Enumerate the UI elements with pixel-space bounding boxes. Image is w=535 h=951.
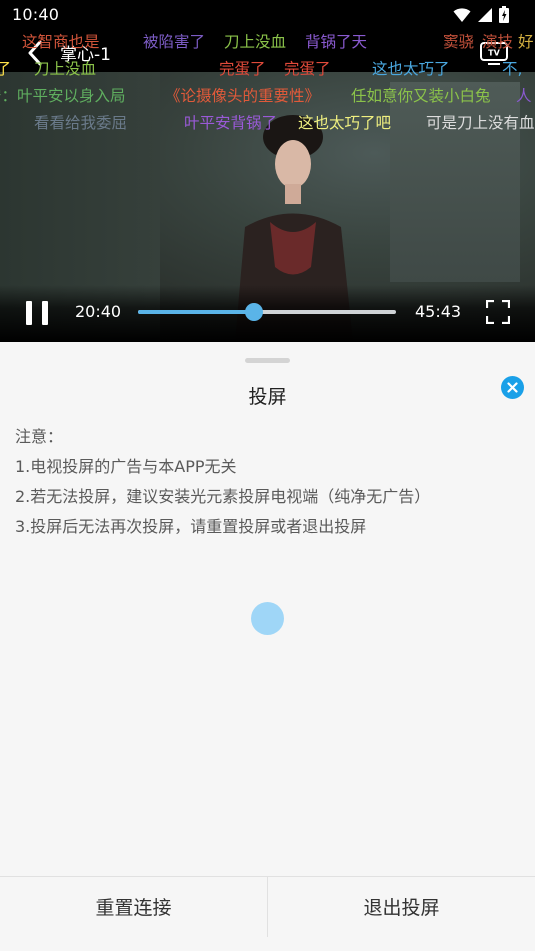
total-time: 45:43 [415,302,462,321]
pause-button[interactable] [26,301,48,325]
danmaku-comment: 好 [518,33,534,51]
video-controls: 20:40 45:43 [0,285,535,342]
fullscreen-icon [485,299,511,325]
wifi-icon [453,7,471,27]
close-icon [507,382,518,393]
status-time: 10:40 [12,5,60,24]
danmaku-row: 安：叶平安以身入局 《论摄像头的重要性》 任如意你又装小白兔 人 [0,84,535,106]
close-button[interactable] [501,376,524,399]
cast-notes: 注意： 1.电视投屏的广告与本APP无关 2.若无法投屏，建议安装光元素投屏电视… [15,422,525,542]
current-time: 20:40 [75,302,122,321]
danmaku-comment: 这智商也是 [22,33,100,51]
progress-thumb[interactable] [245,303,264,321]
note-line: 3.投屏后无法再次投屏，请重置投屏或者退出投屏 [15,517,367,536]
danmaku-comment: 刀上没血 [34,60,97,78]
danmaku-comment: 刀上没血 [224,33,287,51]
danmaku-comment: 这也太巧了 [372,60,450,78]
signal-icon [477,7,493,27]
danmaku-comment: 人 [516,87,532,105]
danmaku-comment: 看看给我委屈 [34,114,128,132]
battery-icon [499,6,509,27]
exit-cast-button[interactable]: 退出投屏 [268,877,535,936]
danmaku-comment: 任如意你又装小白兔 [351,87,491,105]
danmaku-comment: 《论摄像头的重要性》 [165,87,321,105]
note-line: 1.电视投屏的广告与本APP无关 [15,457,237,476]
danmaku-comment: 叶平安背锅了 [184,114,278,132]
danmaku-comment: 不, [502,60,523,78]
danmaku-comment: 窦骁 [443,33,475,51]
progress-bar[interactable] [138,303,396,321]
status-bar: 10:40 [0,0,535,30]
progress-fill [138,310,255,314]
pause-icon [26,301,32,325]
danmaku-row: 这智商也是 被陷害了 刀上没血 背锅了天 窦骁 演技好 [0,30,535,52]
sheet-title: 投屏 [248,386,287,408]
sheet-handle[interactable] [245,358,290,363]
danmaku-row: 看看给我委屈 叶平安背锅了 这也太巧了吧 可是刀上没有血 [0,111,535,133]
danmaku-comment: 背锅了天 [305,33,368,51]
danmaku-comment: 完蛋了 [284,60,331,78]
danmaku-comment: 可是刀上没有血 [426,114,535,132]
loading-spinner [251,602,284,635]
fullscreen-button[interactable] [485,299,511,325]
danmaku-comment: 完蛋了 [219,60,266,78]
reset-connection-button[interactable]: 重置连接 [0,877,267,936]
danmaku-comment: 被陷害了 [143,33,206,51]
danmaku-comment: 这也太巧了吧 [298,114,392,132]
status-icons [453,6,509,27]
danmaku-row: 锅了 刀上没血 完蛋了完蛋了 这也太巧了 不, [0,57,535,79]
danmaku-comment: 安：叶平安以身入局 [0,87,126,105]
cast-sheet: 投屏 注意： 1.电视投屏的广告与本APP无关 2.若无法投屏，建议安装光元素投… [0,342,535,951]
danmaku-comment: 锅了 [0,60,12,78]
video-player[interactable]: 掌心-1 TV 这智商也是被陷害了刀上没血背锅了天窦骁演技好 锅了刀上没血完蛋了… [0,30,535,342]
note-line: 2.若无法投屏，建议安装光元素投屏电视端（纯净无广告） [15,487,431,506]
sheet-actions: 重置连接 退出投屏 [0,876,535,937]
danmaku-comment: 演技 [482,33,514,51]
note-line: 注意： [15,427,64,446]
